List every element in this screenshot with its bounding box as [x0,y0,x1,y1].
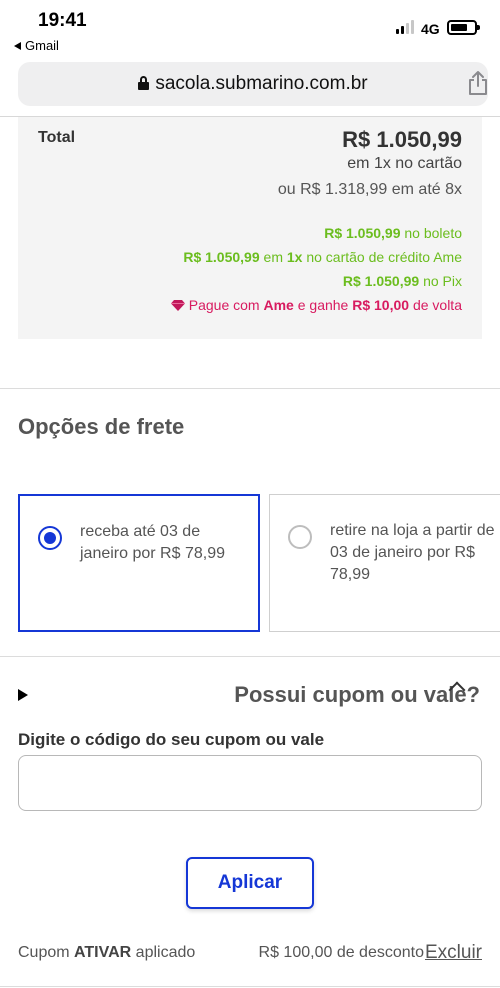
applied-coupon-row: Cupom ATIVAR aplicado R$ 100,00 de desco… [18,942,482,966]
divider [0,388,500,389]
installment-8x: ou R$ 1.318,99 em até 8x [277,181,462,198]
discount-amount: R$ 100,00 de desconto [258,944,424,961]
divider [0,656,500,657]
total-label: Total [38,129,76,146]
lock-icon [138,76,150,90]
back-app-label: Gmail [25,38,59,53]
shipping-options-title: Opções de frete [18,414,185,439]
url-text: sacola.submarino.com.br [155,73,368,94]
pix-price: R$ 1.050,99 no Pix [342,273,462,289]
shipping-option-text: receba até 03 de janeiro por R$ 78,99 [80,523,225,562]
coupon-title: Possui cupom ou vale? [234,682,480,707]
radio-selected[interactable] [38,526,62,550]
network-type: 4G [421,21,440,37]
installment-1x: em 1x no cartão [347,155,462,172]
clock: 19:41 [38,10,87,31]
ame-diamond-icon [170,300,185,311]
coupon-toggle[interactable]: Possui cupom ou vale? [0,676,500,716]
shipping-option-delivery[interactable]: receba até 03 de janeiro por R$ 78,99 [18,494,260,632]
order-total-panel: Total R$ 1.050,99 em 1x no cartão ou R$ … [18,117,482,339]
radio-unselected[interactable] [288,525,312,549]
signal-icon [396,20,414,34]
disclosure-triangle-icon [18,689,28,701]
battery-icon [447,20,480,35]
back-to-app-link[interactable]: Gmail [14,38,59,53]
url-bar[interactable]: sacola.submarino.com.br [18,62,488,106]
apply-coupon-button[interactable]: Aplicar [186,857,314,909]
coupon-code-input[interactable] [18,755,482,811]
share-icon[interactable] [467,70,489,96]
applied-coupon-label: Cupom ATIVAR aplicado [18,944,196,961]
shipping-option-pickup[interactable]: retire na loja a partir de 03 de janeiro… [269,494,500,632]
divider [0,986,500,987]
boleto-price: R$ 1.050,99 no boleto [324,225,462,241]
back-arrow-icon [14,41,21,50]
status-bar: 19:41 Gmail 4G [0,0,500,56]
total-price: R$ 1.050,99 [342,127,462,152]
ame-cashback: Pague com Ame e ganhe R$ 10,00 de volta [170,297,462,313]
ame-card-price: R$ 1.050,99 em 1x no cartão de crédito A… [183,249,462,265]
coupon-field-label: Digite o código do seu cupom ou vale [18,730,325,749]
remove-coupon-link[interactable]: Excluir [425,942,482,964]
shipping-option-text: retire na loja a partir de 03 de janeiro… [330,522,495,583]
